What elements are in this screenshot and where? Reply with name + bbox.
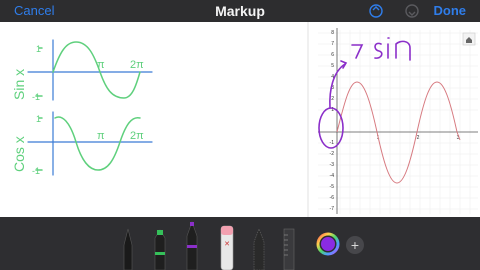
redo-icon[interactable] [404,3,420,19]
done-button[interactable]: Done [434,3,467,18]
lasso-icon[interactable] [253,228,265,270]
ruler-icon[interactable] [283,228,295,270]
sin-label: Sin x [11,69,27,100]
y-tick: 6 [331,52,334,58]
green-labels: Sin x Cos x 1 -1 1 -1 π 2π π 2π [11,44,144,176]
navigation-bar: Cancel Markup Done [0,0,480,22]
undo-icon[interactable] [368,3,384,19]
y-tick: -2 [330,151,335,157]
y-tick: -5 [330,184,335,190]
pencil-icon[interactable] [186,221,198,270]
y-tick: 7 [331,41,334,47]
pi-label: π [97,59,105,71]
y-tick: -7 [330,206,335,212]
cos-label: Cos x [11,136,27,172]
tick-label: 1 [36,114,41,124]
tick-label: -1 [32,166,40,176]
tick-label: 1 [36,44,41,54]
markup-canvas[interactable]: 8 7 6 5 4 3 2 1 -1 -2 -3 -4 -5 -6 -7 1 2… [0,22,480,217]
y-tick: -3 [330,162,335,168]
tool-icons: ✕ [123,221,340,270]
tick-label: -1 [32,92,40,102]
y-tick: -1 [330,140,335,146]
y-tick: 2 [331,96,334,102]
pi-label: π [97,130,105,142]
y-tick: -4 [330,173,335,179]
eraser-icon[interactable]: ✕ [220,225,234,270]
x-tick: 2 [417,135,420,141]
pen-icon[interactable] [123,228,133,270]
y-tick: 5 [331,63,334,69]
marker-icon[interactable] [154,229,166,270]
add-button[interactable]: + [346,236,364,254]
svg-text:✕: ✕ [224,241,230,248]
y-tick: 8 [331,30,334,36]
color-picker-button[interactable] [316,232,340,256]
y-tick: -6 [330,195,335,201]
two-pi-label: 2π [130,130,144,142]
two-pi-label: 2π [130,59,144,71]
